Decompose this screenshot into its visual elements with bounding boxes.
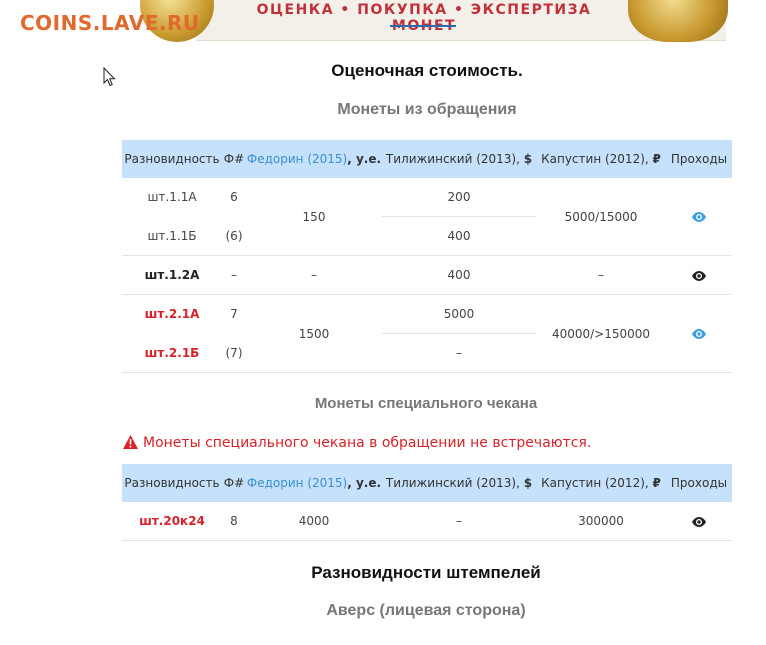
- variety-cell: шт.2.1Б: [122, 333, 222, 373]
- banner-tagline: ОЦЕНКА • ПОКУПКА • ЭКСПЕРТИЗА МОНЕТ: [256, 2, 592, 34]
- f-cell: 6: [222, 178, 246, 217]
- fedorin-cell: 150: [246, 178, 382, 256]
- col-variety: Разновидность: [122, 464, 222, 502]
- col-fedorin: Федорин (2015), у.е.: [246, 140, 382, 178]
- eye-icon[interactable]: [691, 516, 707, 528]
- f-cell: 8: [222, 502, 246, 541]
- table-row: шт.1.1А 6 150 200 5000/15000: [122, 178, 732, 256]
- fedorin-link[interactable]: Федорин (2015): [247, 476, 347, 490]
- eye-icon[interactable]: [691, 270, 707, 282]
- passes-cell: [666, 255, 732, 295]
- tilizhinsky-cell: 400: [382, 255, 536, 295]
- stamp-varieties-heading: Разновидности штемпелей: [311, 563, 541, 582]
- col-kapustin: Капустин (2012), ₽: [536, 140, 666, 178]
- tilizhinsky-cell: 5000: [382, 294, 536, 334]
- variety-cell: шт.1.1А: [122, 178, 222, 217]
- col-fedorin: Федорин (2015), у.е.: [246, 464, 382, 502]
- tilizhinsky-cell: –: [382, 502, 536, 541]
- variety-cell: шт.2.1А: [122, 294, 222, 334]
- obverse-heading: Аверс (лицевая сторона): [326, 602, 526, 619]
- col-variety: Разновидность: [122, 140, 222, 178]
- kapustin-cell: 5000/15000: [536, 178, 666, 256]
- col-f-number: Ф#: [222, 464, 246, 502]
- col-tilizhinsky: Тилижинский (2013), $: [382, 140, 536, 178]
- col-f-number: Ф#: [222, 140, 246, 178]
- kapustin-cell: 300000: [536, 502, 666, 541]
- col-tilizhinsky: Тилижинский (2013), $: [382, 464, 536, 502]
- variety-cell: шт.1.1Б: [122, 216, 222, 256]
- ruble-icon: ₽: [652, 152, 661, 166]
- dollar-icon: $: [523, 152, 533, 166]
- fedorin-link[interactable]: Федорин (2015): [247, 152, 347, 166]
- passes-cell: [666, 178, 732, 256]
- f-cell: –: [222, 255, 246, 295]
- fedorin-cell: 1500: [246, 294, 382, 373]
- f-cell: (6): [222, 216, 246, 256]
- special-coins-warning: Монеты специального чекана в обращении н…: [122, 434, 591, 451]
- site-logo[interactable]: COINS.LAVE.RU: [20, 11, 200, 35]
- banner-underline: [390, 25, 456, 27]
- table-row: шт.2.1А 7 1500 5000 40000/>150000: [122, 294, 732, 373]
- circulation-heading: Монеты из обращения: [337, 101, 517, 118]
- table-row: шт.1.2А – – 400 –: [122, 255, 732, 295]
- tilizhinsky-cell: 400: [382, 216, 536, 256]
- f-cell: (7): [222, 333, 246, 373]
- table-header-row: Разновидность Ф# Федорин (2015), у.е. Ти…: [122, 464, 732, 502]
- col-passes: Проходы: [666, 140, 732, 178]
- warning-triangle-icon: [123, 435, 138, 449]
- ruble-icon: ₽: [652, 476, 661, 490]
- f-cell: 7: [222, 294, 246, 334]
- table-row: шт.20к24 8 4000 – 300000: [122, 502, 732, 541]
- top-banner[interactable]: ОЦЕНКА • ПОКУПКА • ЭКСПЕРТИЗА МОНЕТ COIN…: [0, 0, 766, 42]
- tilizhinsky-cell: 200: [382, 178, 536, 217]
- col-kapustin: Капустин (2012), ₽: [536, 464, 666, 502]
- valuation-heading: Оценочная стоимость.: [331, 61, 523, 80]
- passes-cell: [666, 502, 732, 541]
- col-passes: Проходы: [666, 464, 732, 502]
- eye-icon[interactable]: [691, 211, 707, 223]
- eye-icon[interactable]: [691, 328, 707, 340]
- special-coins-heading: Монеты специального чекана: [314, 395, 538, 412]
- kapustin-cell: 40000/>150000: [536, 294, 666, 373]
- table-header-row: Разновидность Ф# Федорин (2015), у.е. Ти…: [122, 140, 732, 178]
- fedorin-cell: 4000: [246, 502, 382, 541]
- variety-cell: шт.1.2А: [122, 255, 222, 295]
- special-coins-table: Разновидность Ф# Федорин (2015), у.е. Ти…: [122, 464, 732, 541]
- dollar-icon: $: [523, 476, 533, 490]
- variety-cell: шт.20к24: [122, 502, 222, 541]
- circulation-coins-table: Разновидность Ф# Федорин (2015), у.е. Ти…: [122, 140, 732, 373]
- passes-cell: [666, 294, 732, 373]
- kapustin-cell: –: [536, 255, 666, 295]
- tilizhinsky-cell: –: [382, 333, 536, 373]
- fedorin-cell: –: [246, 255, 382, 295]
